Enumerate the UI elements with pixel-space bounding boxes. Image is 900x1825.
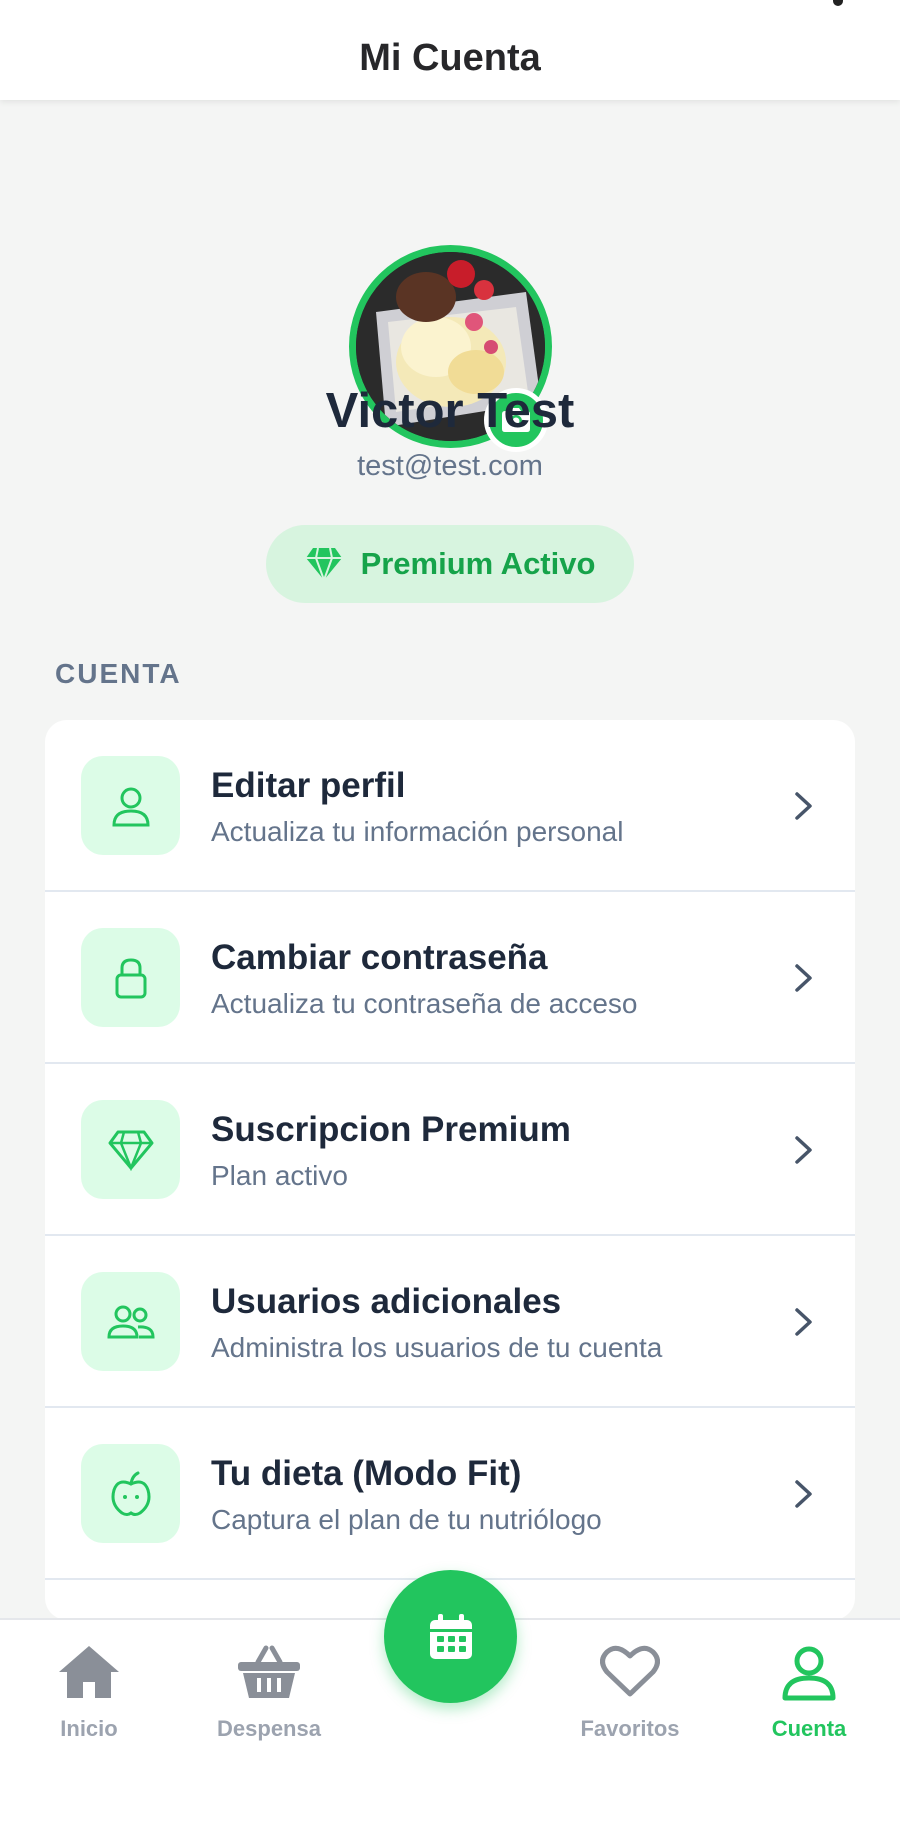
menu-item-subtitle: Administra los usuarios de tu cuenta: [211, 1332, 663, 1363]
nav-label: Favoritos: [580, 1716, 680, 1741]
top-bar: Mi Cuenta: [0, 0, 900, 100]
status-indicator: [833, 0, 843, 6]
basket-icon: [235, 1644, 303, 1704]
user-icon: [775, 1644, 843, 1704]
diamond-icon: [108, 1130, 153, 1171]
chevron-right-icon: [795, 1308, 812, 1336]
row-icon-bg: [81, 1272, 180, 1371]
chevron-right-icon: [795, 1480, 812, 1508]
row-icon-bg: [81, 1100, 180, 1199]
user-name: Victor Test: [325, 384, 575, 438]
nav-label: Cuenta: [771, 1716, 847, 1741]
premium-badge-label: Premium Activo: [360, 546, 596, 581]
page-title: Mi Cuenta: [359, 37, 541, 79]
row-icon-bg: [81, 756, 180, 855]
diamond-icon: [305, 547, 342, 581]
users-icon: [106, 1305, 155, 1338]
menu-item-premium-subscription[interactable]: Suscripcion Premium Plan activo: [45, 1064, 855, 1236]
lock-icon: [115, 957, 146, 998]
user-email: test@test.com: [357, 450, 543, 482]
calendar-icon: [429, 1613, 472, 1659]
nav-label: Inicio: [60, 1716, 118, 1741]
menu-item-title: Suscripcion Premium: [211, 1110, 571, 1149]
chevron-right-icon: [795, 1136, 812, 1164]
menu-item-subtitle: Actualiza tu información personal: [211, 816, 624, 847]
row-icon-bg: [81, 1444, 180, 1543]
chevron-right-icon: [795, 964, 812, 992]
premium-status-badge[interactable]: Premium Activo: [266, 525, 634, 603]
account-content[interactable]: Victor Test test@test.com Premium Activo…: [0, 100, 900, 1620]
calendar-button[interactable]: [384, 1570, 517, 1703]
menu-item-title: Usuarios adicionales: [211, 1282, 562, 1321]
section-label: CUENTA: [55, 658, 182, 689]
user-icon: [111, 787, 150, 826]
menu-item-title: Cambiar contraseña: [211, 938, 548, 977]
menu-item-diet-fit-mode[interactable]: Tu dieta (Modo Fit) Captura el plan de t…: [45, 1408, 855, 1580]
menu-item-title: Editar perfil: [211, 766, 406, 805]
menu-item-edit-profile[interactable]: Editar perfil Actualiza tu información p…: [45, 720, 855, 892]
nav-label: Despensa: [217, 1716, 321, 1741]
home-icon: [55, 1644, 123, 1704]
account-menu-card: Editar perfil Actualiza tu información p…: [45, 720, 855, 1620]
apple-icon: [111, 1471, 150, 1516]
menu-item-subtitle: Captura el plan de tu nutriólogo: [211, 1504, 602, 1535]
menu-item-subtitle: Plan activo: [211, 1160, 348, 1191]
row-icon-bg: [81, 928, 180, 1027]
menu-item-additional-users[interactable]: Usuarios adicionales Administra los usua…: [45, 1236, 855, 1408]
menu-item-title: Tu dieta (Modo Fit): [211, 1454, 522, 1493]
menu-item-change-password[interactable]: Cambiar contraseña Actualiza tu contrase…: [45, 892, 855, 1064]
chevron-right-icon: [795, 792, 812, 820]
heart-icon: [596, 1644, 664, 1704]
menu-item-subtitle: Actualiza tu contraseña de acceso: [211, 988, 638, 1019]
